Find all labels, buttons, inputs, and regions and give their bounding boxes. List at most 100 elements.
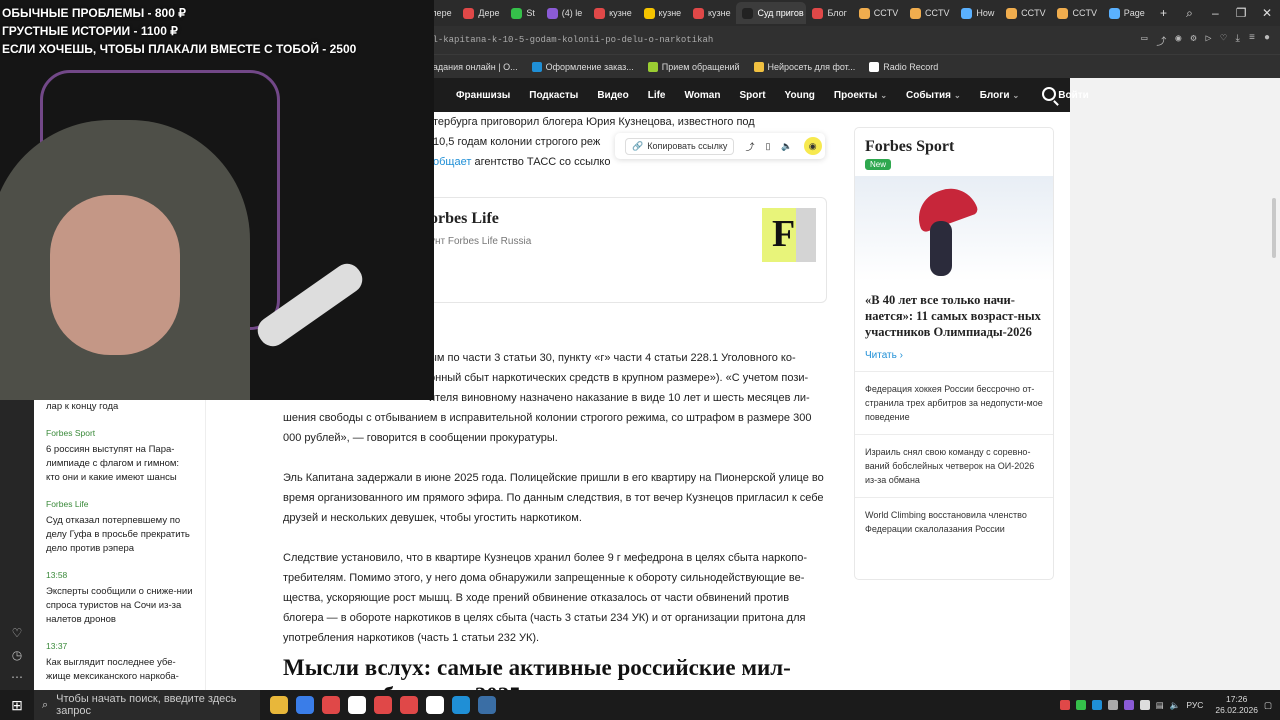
menu-icon[interactable]: ≡ — [1249, 33, 1255, 49]
taskbar-app-icon[interactable] — [452, 696, 470, 714]
bookmark-favicon-icon — [753, 61, 764, 72]
page-scrollbar[interactable] — [1272, 118, 1276, 678]
nav-dropdown-blogs[interactable]: Блоги ⌄ — [980, 90, 1020, 101]
browser-tab[interactable]: Page — [1103, 2, 1151, 24]
search-icon[interactable]: ⌕ — [1177, 6, 1203, 21]
browser-tab[interactable]: Суд пригов — [736, 2, 807, 24]
tray-app-icon[interactable] — [1059, 700, 1070, 710]
feed-category[interactable]: Forbes Life — [46, 497, 193, 511]
tray-app-icon[interactable] — [1123, 700, 1134, 710]
browser-tab[interactable]: CCTV — [853, 2, 904, 24]
tray-app-icon[interactable] — [1107, 700, 1118, 710]
heart-icon[interactable]: ♡ — [1221, 33, 1227, 49]
nav-item-woman[interactable]: Woman — [685, 90, 721, 101]
author-card[interactable]: orbes Life унт Forbes Life Russia F — [429, 197, 827, 303]
share-icon[interactable]: ⤴ — [745, 140, 754, 153]
browser-tab[interactable]: кузне — [687, 2, 736, 24]
feed-item-title[interactable]: Суд отказал потерпевшему по делу Гуфа в … — [46, 514, 193, 556]
bookmark-item[interactable]: Прием обращений — [647, 61, 740, 72]
taskbar-app-icon[interactable] — [270, 696, 288, 714]
share-icon[interactable]: ⤴ — [1156, 33, 1166, 49]
bookmark-item[interactable]: Нейросеть для фот... — [753, 61, 855, 72]
sidebar-news-item[interactable]: World Climbing восстановила членство Фед… — [855, 497, 1053, 536]
bookmark-icon[interactable]: ▯ — [765, 141, 770, 152]
browser-tab[interactable]: кузне — [638, 2, 687, 24]
taskbar-app-icon[interactable] — [426, 696, 444, 714]
sidebar-lead-image[interactable] — [855, 176, 1053, 282]
nav-dropdown-events[interactable]: События ⌄ — [906, 90, 961, 101]
nav-dropdown-projects[interactable]: Проекты ⌄ — [834, 90, 887, 101]
address-bar-actions: ▭ ⤴ ◉ ⚙ ▷ ♡ ⤓ ≡ ● — [1141, 33, 1270, 49]
bookmark-item[interactable]: Оформление заказ... — [531, 61, 634, 72]
taskbar-app-icon[interactable] — [296, 696, 314, 714]
copy-link-button[interactable]: 🔗 Копировать ссылку — [625, 137, 735, 155]
taskbar-search[interactable]: ⌕ Чтобы начать поиск, введите здесь запр… — [34, 690, 260, 720]
taskbar-app-icon[interactable] — [400, 696, 418, 714]
taskbar-clock[interactable]: 17:26 26.02.2026 — [1215, 694, 1258, 716]
feed-item-title[interactable]: Как выглядит последнее убе-жище мексикан… — [46, 656, 193, 684]
nav-item-podcasts[interactable]: Подкасты — [529, 90, 578, 101]
maximize-icon[interactable]: ❐ — [1228, 6, 1254, 20]
tray-app-icon[interactable] — [1075, 700, 1086, 710]
browser-tab[interactable]: (4) le — [541, 2, 588, 24]
feed-item-title[interactable]: Эксперты сообщили о сниже-нии спроса тур… — [46, 585, 193, 627]
nav-item-franchises[interactable]: Франшизы — [456, 90, 510, 101]
camera-icon[interactable]: ◉ — [1175, 33, 1181, 49]
close-icon[interactable]: ✕ — [1254, 6, 1280, 20]
browser-tab[interactable]: Дере — [457, 2, 505, 24]
system-tray: ▤ 🔈 РУС 17:26 26.02.2026 ▢ — [1059, 690, 1272, 720]
heart-icon[interactable]: ♡ — [10, 626, 24, 640]
feed-item-title[interactable]: 6 россиян выступят на Пара-лимпиаде с фл… — [46, 443, 193, 485]
tray-app-icon[interactable] — [1091, 700, 1102, 710]
tray-app-icon[interactable] — [1139, 700, 1150, 710]
browser-tab[interactable]: How — [955, 2, 1000, 24]
play-icon[interactable]: ▷ — [1205, 33, 1211, 49]
scrollbar-thumb[interactable] — [1272, 198, 1276, 258]
browser-tab[interactable]: CCTV — [1000, 2, 1051, 24]
tab-label: пере — [431, 8, 452, 18]
streamer-body — [0, 120, 250, 400]
browser-tab[interactable]: кузне — [588, 2, 637, 24]
tab-label: (4) le — [561, 8, 583, 18]
browser-tab[interactable]: Блог — [806, 2, 852, 24]
tab-favicon-icon — [742, 7, 754, 19]
feed-item-title[interactable]: лар к концу года — [46, 400, 193, 414]
eye-icon[interactable]: ◉ — [803, 137, 822, 155]
taskbar-app-icon[interactable] — [478, 696, 496, 714]
nav-item-life[interactable]: Life — [648, 90, 666, 101]
minimize-icon[interactable]: – — [1202, 6, 1228, 20]
browser-tab[interactable]: St — [505, 2, 540, 24]
sidebar-news-item[interactable]: Израиль снял свою команду с соревно-вани… — [855, 434, 1053, 487]
taskbar-app-icon[interactable] — [322, 696, 340, 714]
browser-tab[interactable]: CCTV — [1051, 2, 1102, 24]
taskbar-app-icon[interactable] — [374, 696, 392, 714]
taskbar-app-icon[interactable] — [348, 696, 366, 714]
nav-item-sport[interactable]: Sport — [739, 90, 765, 101]
feed-category[interactable]: Forbes Sport — [46, 426, 193, 440]
news-feed: лар к концу года Forbes Sport 6 россиян вы… — [34, 400, 206, 690]
profile-icon[interactable]: ● — [1264, 33, 1270, 49]
download-icon[interactable]: ⤓ — [1236, 33, 1240, 49]
bookmark-item[interactable]: Radio Record — [869, 61, 938, 72]
new-tab-button[interactable]: + — [1151, 6, 1177, 20]
search-icon[interactable] — [1042, 87, 1056, 101]
source-link[interactable]: общает — [433, 156, 471, 168]
windows-start-icon[interactable]: ⊞ — [0, 690, 34, 720]
read-link[interactable]: Читать › — [855, 350, 1053, 361]
nav-item-young[interactable]: Young — [785, 90, 815, 101]
more-icon[interactable]: ⋯ — [10, 670, 24, 684]
history-icon[interactable]: ◷ — [10, 648, 24, 662]
volume-icon[interactable]: 🔈 — [1170, 700, 1181, 711]
login-link[interactable]: Войти — [1058, 90, 1089, 101]
sidebar-lead-title[interactable]: «В 40 лет все только начи-нается»: 11 са… — [855, 282, 1053, 350]
nav-item-video[interactable]: Видео — [597, 90, 628, 101]
browser-tab[interactable]: CCTV — [904, 2, 955, 24]
network-icon[interactable]: ▤ — [1156, 700, 1164, 711]
notifications-icon[interactable]: ▢ — [1264, 700, 1272, 711]
sidebar-news-item[interactable]: Федерация хоккея России бессрочно от-стр… — [855, 371, 1053, 424]
speaker-icon[interactable]: 🔈 — [781, 141, 792, 152]
reader-icon[interactable]: ▭ — [1141, 33, 1147, 49]
language-indicator[interactable]: РУС — [1186, 700, 1203, 710]
settings-icon[interactable]: ⚙ — [1190, 33, 1196, 49]
bookmark-favicon-icon — [869, 61, 880, 72]
